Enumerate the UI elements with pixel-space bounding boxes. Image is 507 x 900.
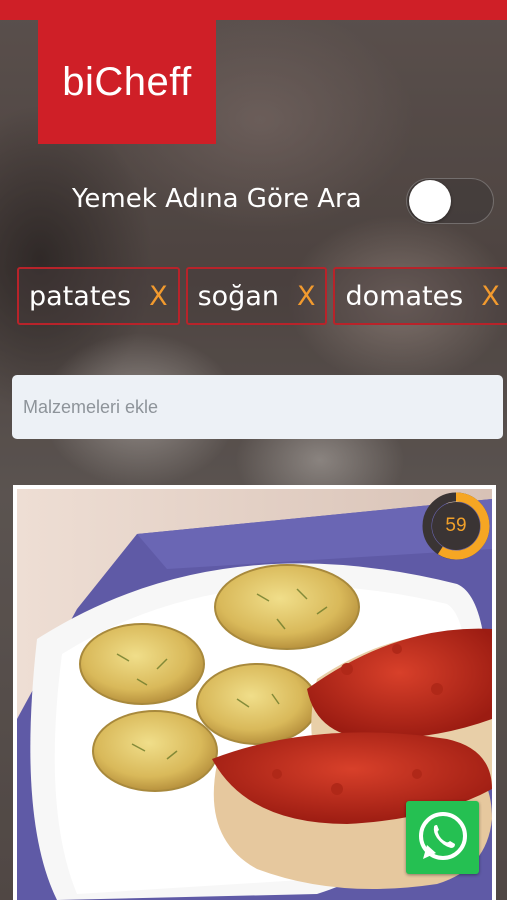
ingredient-chip[interactable]: domates X [333,267,507,325]
app-logo: biCheff [38,20,216,144]
whatsapp-share-button[interactable] [406,801,479,874]
chip-remove-button[interactable]: X [297,281,316,312]
ingredient-chips: patates X soğan X domates X [17,267,507,329]
logo-text: biCheff [62,59,192,104]
chip-label: patates [29,280,132,312]
search-mode-label: Yemek Adına Göre Ara [72,184,362,214]
ingredient-chip[interactable]: soğan X [185,267,328,325]
search-mode-toggle[interactable] [406,178,494,224]
chip-label: soğan [197,280,279,312]
chip-remove-button[interactable]: X [481,281,500,312]
whatsapp-icon [419,812,467,860]
score-value: 59 [445,515,467,536]
status-bar [0,0,507,20]
search-mode-row: Yemek Adına Göre Ara [0,178,507,224]
chip-remove-button[interactable]: X [149,281,168,312]
ingredient-chip[interactable]: patates X [17,267,180,325]
toggle-knob [409,180,451,222]
ingredient-input[interactable] [12,375,503,439]
chip-label: domates [345,280,464,312]
